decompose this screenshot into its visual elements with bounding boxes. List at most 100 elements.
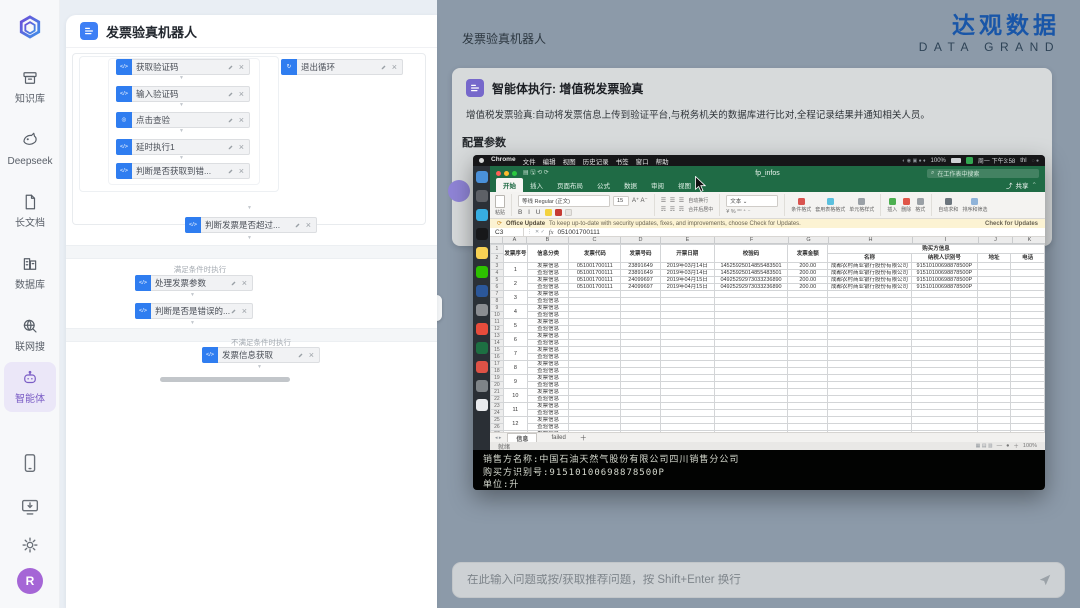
paste-button: 粘贴 (495, 195, 505, 216)
sidebar-item-deepseek[interactable]: Deepseek (4, 126, 56, 172)
monitor-download-icon[interactable] (19, 496, 41, 518)
close-icon[interactable]: × (234, 62, 249, 72)
cell: 8 (503, 361, 527, 375)
cell (660, 291, 714, 298)
editing-buttons: 自动求和排序和筛选 (938, 198, 987, 213)
cell (911, 396, 977, 403)
cell: 2019年04月15日 (660, 284, 714, 291)
cell: 查验信息 (527, 410, 569, 417)
cell: 查验信息 (527, 354, 569, 361)
close-icon[interactable]: × (234, 142, 249, 152)
cell (977, 326, 1011, 333)
cell: 91510100698878500P (911, 284, 977, 291)
console-line: 购买方识别号:91510100698878500P (483, 467, 1035, 480)
app-logo-icon[interactable] (16, 14, 44, 42)
gear-icon[interactable] (19, 534, 41, 556)
close-icon[interactable]: × (304, 350, 319, 360)
workflow-node-exit-loop[interactable]: ↻退出循环 × (281, 59, 403, 75)
workflow-node-judge[interactable]: </>判断发票是否超过... × (185, 217, 317, 233)
ribbon-button-icon (903, 198, 910, 205)
cell (1011, 326, 1045, 333)
status-bar: 就绪 ▦ ▤ ▥—●＋100% (490, 442, 1045, 450)
sidebar-item-websearch[interactable]: 联网搜 (4, 312, 56, 358)
cell (714, 368, 788, 375)
close-icon[interactable]: × (301, 220, 316, 230)
cell: 查验信息 (527, 382, 569, 389)
close-icon[interactable]: × (237, 306, 252, 316)
menu-items: Chrome文件编辑视图历史记录书签窗口帮助 (491, 156, 669, 166)
cell (977, 382, 1011, 389)
cell: 发票信息 (527, 333, 569, 340)
ribbon-button-icon (971, 198, 978, 205)
cell (569, 312, 621, 319)
column-header: H (829, 237, 913, 243)
menu-item: 书签 (616, 156, 629, 166)
banner-text: To keep up-to-date with security updates… (549, 221, 801, 227)
cell (621, 298, 661, 305)
cell: 名称 (828, 254, 912, 263)
sidebar-item-longdoc[interactable]: 长文档 (4, 188, 56, 234)
cell (621, 389, 661, 396)
menu-item: 帮助 (656, 156, 669, 166)
sidebar-item-knowledge[interactable]: 知识库 (4, 64, 56, 110)
workflow-node[interactable]: </>获取验证码 × (116, 59, 250, 75)
cell (714, 424, 788, 431)
row-number: 10 (491, 312, 504, 319)
font-color-icon (555, 209, 562, 216)
toolbar-icons: ▤ 🖫 ⟲ ⟳ (523, 168, 549, 178)
cell (621, 333, 661, 340)
cell (1011, 375, 1045, 382)
chat-input[interactable] (453, 574, 1038, 586)
close-icon[interactable]: × (234, 89, 249, 99)
mobile-device-icon[interactable] (19, 452, 41, 474)
code-icon: </> (116, 86, 132, 102)
workflow-node[interactable]: </>处理发票参数 × (135, 275, 253, 291)
cell (1011, 417, 1045, 424)
cell: 发票信息 (527, 277, 569, 284)
sidebar-item-database[interactable]: 数据库 (4, 250, 56, 296)
dock-icon-terminal (476, 228, 488, 240)
close-icon[interactable]: × (234, 166, 249, 176)
clipboard-icon (495, 195, 505, 208)
cell (660, 333, 714, 340)
row-number: 19 (491, 375, 504, 382)
user-avatar[interactable]: R (17, 568, 43, 594)
close-icon[interactable]: × (237, 278, 252, 288)
cell: 发票信息 (527, 403, 569, 410)
workflow-node[interactable]: ◎点击查验 × (116, 112, 250, 128)
dock-icon-excel (476, 342, 488, 354)
message-description: 增值税发票验真:自动将发票信息上传到验证平台,与税务机关的数据库进行比对,全程记… (466, 108, 1041, 123)
execution-screenshot-viewport[interactable]: Chrome文件编辑视图历史记录书签窗口帮助 ◐ ◉ ▣ ● ♦ 100% 周一… (473, 155, 1045, 490)
close-icon[interactable]: × (387, 62, 402, 72)
sidebar-item-agent[interactable]: 智能体 (4, 362, 56, 412)
cell: 查验信息 (527, 424, 569, 431)
cell: 查验信息 (527, 284, 569, 291)
office-update-banner: ⟳ Office Update To keep up-to-date with … (490, 219, 1045, 228)
workflow-node[interactable]: </>判断是否是错误的... × (135, 303, 253, 319)
horizontal-scrollbar[interactable] (160, 377, 290, 382)
share-label: 共享 (1016, 180, 1029, 190)
cell (660, 396, 714, 403)
ribbon-button: 删除 (901, 198, 911, 213)
workflow-node[interactable]: </>输入验证码 × (116, 86, 250, 102)
cell (911, 403, 977, 410)
cell: 地址 (977, 254, 1011, 263)
workflow-node[interactable]: </>发票信息获取 × (202, 347, 320, 363)
cell: 发票代码 (569, 245, 621, 263)
arrow-down-icon: ▼ (179, 155, 184, 161)
row-number: 4 (491, 270, 504, 277)
ribbon-button-label: 排序和筛选 (962, 206, 987, 213)
cell (569, 396, 621, 403)
cell (569, 375, 621, 382)
send-icon[interactable] (1038, 573, 1052, 587)
app: 知识库 Deepseek 长文档 数据库 联网搜 智能体 R (0, 0, 1080, 608)
cell (621, 326, 661, 333)
cell: 查验信息 (527, 270, 569, 277)
workflow-node[interactable]: </>延时执行1 × (116, 139, 250, 155)
workflow-node[interactable]: </>判断是否获取到错... × (116, 163, 250, 179)
cell (911, 417, 977, 424)
cell (977, 298, 1011, 305)
cell (977, 347, 1011, 354)
cell (660, 375, 714, 382)
close-icon[interactable]: × (234, 115, 249, 125)
